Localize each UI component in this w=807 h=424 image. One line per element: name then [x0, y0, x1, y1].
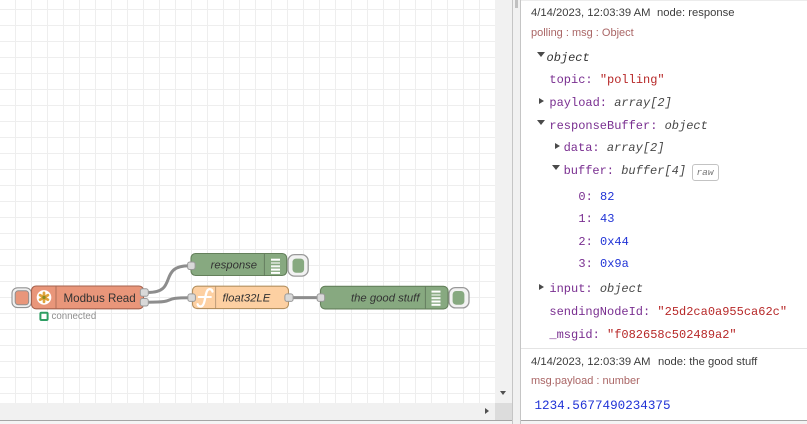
svg-text:Modbus Read: Modbus Read [64, 292, 136, 305]
svg-text:connected: connected [52, 311, 97, 322]
svg-text:response: response [211, 260, 257, 272]
svg-text:the good stuff: the good stuff [351, 293, 421, 305]
svg-text:float32LE: float32LE [223, 292, 271, 304]
